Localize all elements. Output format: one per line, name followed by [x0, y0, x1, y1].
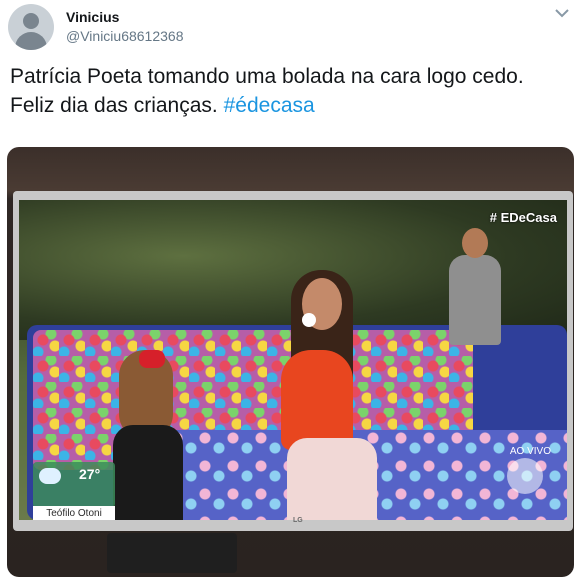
avatar-head-icon — [23, 13, 39, 29]
globo-logo-icon — [507, 458, 543, 494]
tweet-text: Patrícia Poeta tomando uma bolada na car… — [10, 62, 570, 120]
tweet-text-line2-body: Feliz dia das crianças. — [10, 94, 218, 117]
weather-widget: 27° — [33, 462, 115, 508]
tweet-photo[interactable]: # EDeCasa 27° Teófilo Otoni AO VIVO LG — [7, 147, 574, 577]
live-label: AO VIVO — [509, 446, 551, 457]
host-top — [281, 350, 353, 450]
avatar-body-icon — [15, 32, 47, 50]
tv-stand — [107, 533, 237, 573]
chevron-down-icon[interactable] — [555, 8, 569, 18]
tweet-text-line2: Feliz dia das crianças. #édecasa — [10, 91, 570, 120]
tv-brand-logo: LG — [293, 517, 303, 524]
tv-screen: # EDeCasa 27° Teófilo Otoni AO VIVO — [19, 200, 567, 520]
ball-in-air — [302, 313, 316, 327]
boy-figure — [449, 255, 501, 345]
hashtag-link[interactable]: #édecasa — [224, 94, 315, 117]
weather-temp: 27° — [79, 466, 101, 482]
show-tag: # EDeCasa — [489, 210, 557, 225]
tweet-text-line1: Patrícia Poeta tomando uma bolada na car… — [10, 65, 524, 88]
cloud-icon — [39, 468, 61, 484]
display-name[interactable]: Vinicius — [66, 9, 119, 25]
avatar[interactable] — [8, 4, 54, 50]
boy-head — [462, 228, 488, 258]
host-pants — [287, 438, 377, 520]
user-handle[interactable]: @Viniciu68612368 — [66, 28, 184, 44]
girl-dress — [113, 425, 183, 520]
weather-city: Teófilo Otoni — [33, 506, 115, 520]
girl-bow — [139, 350, 165, 368]
